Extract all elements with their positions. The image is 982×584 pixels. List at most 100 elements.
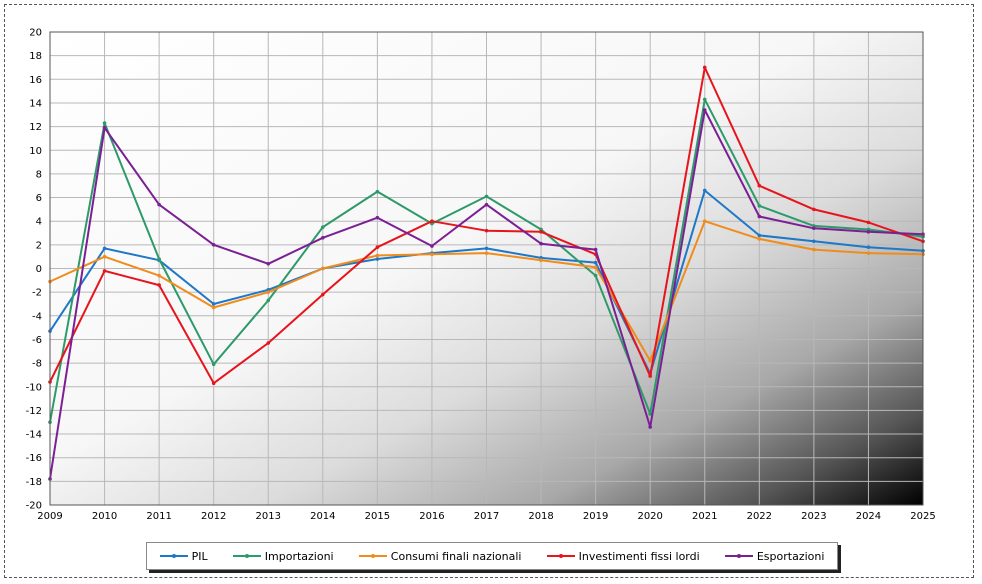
data-point (321, 225, 325, 229)
data-point (321, 235, 325, 240)
data-point (266, 290, 271, 294)
data-point (484, 202, 489, 207)
data-point (211, 243, 216, 247)
data-point (539, 241, 543, 246)
data-point (102, 269, 107, 273)
data-point (266, 341, 271, 345)
data-point (702, 97, 707, 102)
y-tick-label: 6 (36, 193, 42, 204)
data-point (375, 257, 380, 261)
data-point (157, 202, 161, 207)
data-point (102, 254, 107, 259)
data-point (757, 237, 762, 241)
data-point (375, 189, 380, 194)
legend-item: Importazioni (232, 550, 334, 563)
data-point (157, 273, 161, 278)
data-point (866, 245, 871, 250)
y-tick-label: 18 (29, 51, 42, 62)
data-point (539, 230, 543, 234)
legend-label: Consumi finali nazionali (390, 549, 522, 563)
line-chart: 20181614121086420-2-4-6-8-10-12-14-16-18… (26, 28, 936, 523)
data-point (375, 253, 380, 258)
legend-swatch (358, 554, 387, 558)
data-point (648, 425, 652, 429)
x-tick-label: 2012 (201, 511, 226, 522)
y-tick-label: 16 (29, 75, 42, 86)
y-tick-label: -12 (26, 406, 42, 417)
data-point (866, 251, 871, 255)
legend-label: Esportazioni (756, 549, 825, 563)
data-point (375, 245, 380, 250)
legend-label: PIL (191, 549, 208, 563)
data-point (812, 247, 816, 252)
y-tick-label: 8 (36, 169, 42, 180)
x-tick-label: 2013 (256, 511, 281, 522)
data-point (757, 204, 762, 208)
x-tick-label: 2018 (528, 511, 553, 522)
data-point (430, 244, 434, 248)
y-tick-label: -4 (32, 311, 42, 322)
data-point (157, 257, 161, 261)
x-tick-label: 2017 (474, 511, 499, 522)
data-point (757, 214, 762, 219)
data-point (430, 219, 434, 223)
data-point (812, 239, 816, 244)
x-tick-label: 2023 (801, 511, 826, 522)
y-tick-label: 4 (36, 217, 42, 228)
legend-item: Esportazioni (724, 549, 825, 563)
data-point (266, 298, 271, 303)
data-point (211, 305, 216, 310)
x-tick-label: 2022 (747, 511, 772, 522)
x-tick-label: 2016 (419, 511, 444, 522)
data-point (484, 251, 489, 255)
data-point (866, 230, 871, 234)
data-point (484, 228, 489, 233)
y-tick-label: 20 (29, 28, 42, 39)
data-point (648, 374, 652, 378)
data-point (430, 252, 434, 257)
x-tick-label: 2019 (583, 511, 608, 522)
data-point (648, 358, 652, 363)
y-tick-label: 0 (36, 264, 42, 275)
legend-item: Consumi finali nazionali (358, 549, 522, 563)
x-tick-label: 2010 (92, 511, 117, 522)
data-point (593, 247, 598, 252)
data-point (539, 258, 543, 263)
data-point (593, 273, 598, 278)
data-point (702, 219, 707, 223)
legend-label: Investimenti fissi lordi (578, 549, 700, 563)
legend-swatch (546, 554, 575, 558)
y-tick-label: -14 (26, 430, 42, 441)
x-tick-label: 2014 (310, 511, 335, 522)
data-point (157, 283, 161, 287)
data-point (702, 65, 707, 70)
data-point (593, 260, 598, 265)
x-tick-label: 2020 (637, 511, 662, 522)
data-point (866, 220, 871, 225)
y-tick-label: 10 (29, 146, 42, 157)
y-tick-label: -10 (26, 382, 42, 393)
data-point (812, 207, 816, 212)
data-point (484, 246, 489, 251)
y-tick-label: 12 (29, 122, 42, 133)
y-tick-label: 2 (36, 240, 42, 251)
data-point (484, 194, 489, 199)
y-tick-label: -8 (32, 359, 42, 370)
chart-legend: PIL Importazioni Consumi finali nazionali I… (146, 542, 838, 570)
data-point (102, 125, 107, 130)
data-point (812, 226, 816, 231)
legend-item: Investimenti fissi lordi (546, 549, 700, 563)
x-tick-label: 2025 (910, 511, 935, 522)
legend-swatch (724, 554, 753, 558)
grid (49, 31, 924, 506)
data-point (266, 261, 271, 266)
data-point (211, 302, 216, 306)
y-tick-label: -16 (26, 453, 42, 464)
legend-item: PIL (159, 549, 208, 563)
data-point (375, 215, 380, 220)
data-point (757, 183, 762, 188)
data-point (757, 233, 762, 238)
data-point (702, 108, 707, 112)
y-tick-label: -6 (32, 335, 42, 346)
x-tick-label: 2021 (692, 511, 717, 522)
